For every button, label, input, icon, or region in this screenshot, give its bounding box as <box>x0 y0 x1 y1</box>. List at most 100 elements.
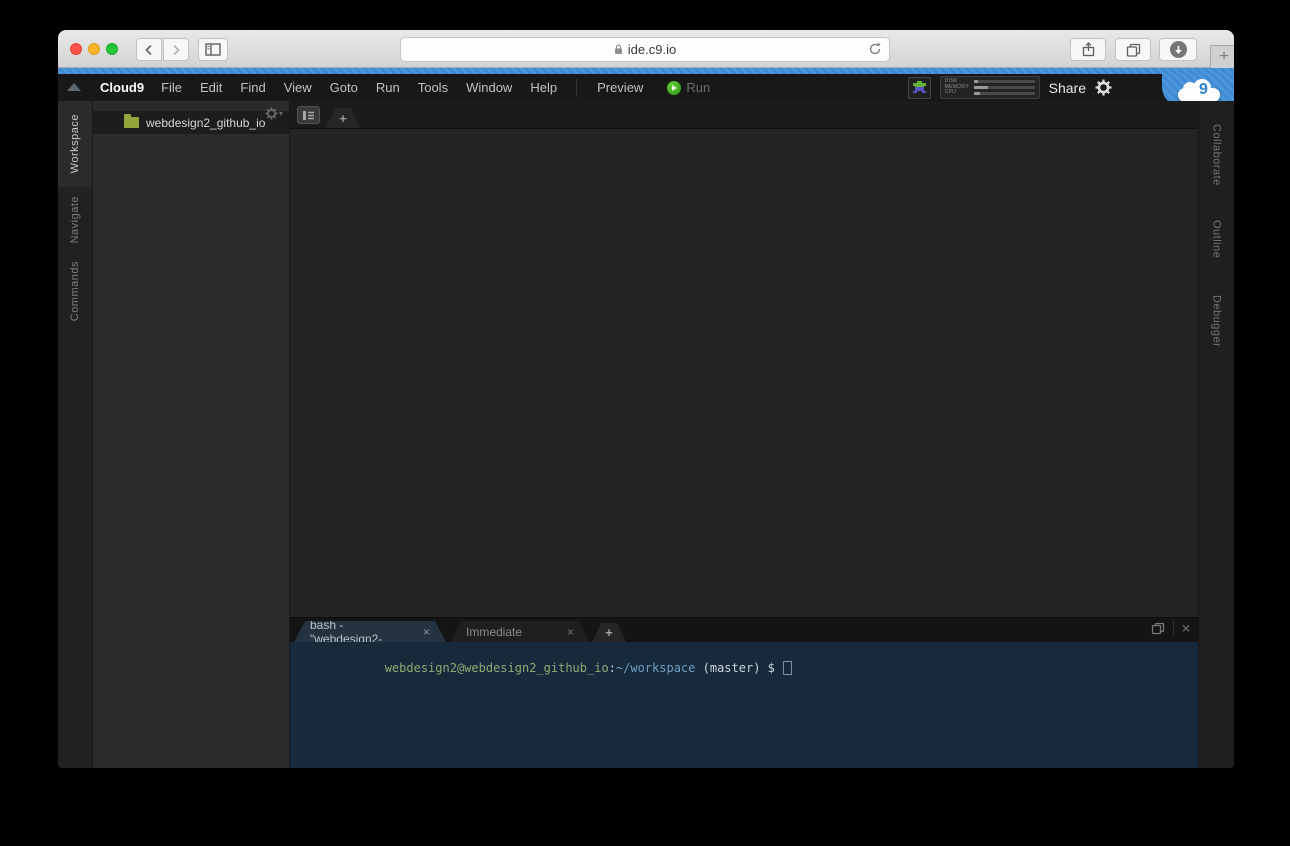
terminal-path: ~/workspace <box>616 661 695 675</box>
terminal-branch-prompt: (master) $ <box>695 661 782 675</box>
tab-overview-button[interactable] <box>1115 38 1151 61</box>
settings-button[interactable] <box>1095 79 1112 96</box>
console-tab-bash[interactable]: bash - "webdesign2- × <box>294 621 446 642</box>
sidebar-icon <box>205 43 221 56</box>
console-tab-immediate-label: Immediate <box>466 625 522 639</box>
editor-area[interactable] <box>290 129 1198 617</box>
menu-window[interactable]: Window <box>457 80 521 95</box>
console-panel: bash - "webdesign2- × Immediate × + <box>290 617 1198 768</box>
menu-edit[interactable]: Edit <box>191 80 231 95</box>
tree-settings-button[interactable]: ▾ <box>265 107 283 120</box>
console-tab-immediate[interactable]: Immediate × <box>450 621 590 642</box>
share-ide-button[interactable]: Share <box>1049 80 1086 96</box>
new-editor-tab-button[interactable]: + <box>326 108 360 128</box>
tab-list-icon <box>302 110 315 121</box>
console-controls-divider <box>1173 621 1174 635</box>
menu-run[interactable]: Run <box>367 80 409 95</box>
tab-debugger[interactable]: Debugger <box>1211 283 1223 359</box>
folder-icon <box>124 117 139 128</box>
run-play-icon <box>667 81 681 95</box>
preview-button[interactable]: Preview <box>587 80 653 95</box>
back-button[interactable] <box>136 38 162 61</box>
menubar-right-group: DISK MEMORY CPU Share <box>908 76 1112 99</box>
menu-file[interactable]: File <box>152 80 191 95</box>
sidebar-toggle-button[interactable] <box>198 38 228 61</box>
resource-stats-bars <box>974 80 1035 95</box>
cloud9-logo[interactable]: 9 <box>1178 79 1220 103</box>
resource-stats-widget[interactable]: DISK MEMORY CPU <box>940 76 1040 99</box>
terminal-cursor <box>783 661 792 675</box>
tab-outline[interactable]: Outline <box>1211 209 1223 269</box>
chevron-left-icon <box>144 44 154 56</box>
menu-tools[interactable]: Tools <box>409 80 457 95</box>
tree-root-folder-row[interactable]: webdesign2_github_io <box>93 111 289 134</box>
console-tab-bash-label: bash - "webdesign2- <box>310 618 415 646</box>
tab-commands-label: Commands <box>69 261 81 321</box>
terminal-colon: : <box>609 661 616 675</box>
close-icon: × <box>1182 620 1190 636</box>
close-icon[interactable]: × <box>567 625 574 639</box>
downloads-button[interactable] <box>1159 38 1197 61</box>
new-tab-button[interactable]: + <box>1210 45 1234 69</box>
reload-icon <box>868 42 882 56</box>
maximize-icon <box>1151 622 1165 635</box>
tab-list-button[interactable] <box>297 106 320 124</box>
new-console-tab-button[interactable]: + <box>592 623 626 642</box>
download-icon <box>1170 41 1187 58</box>
right-tab-strip: Collaborate Outline Debugger <box>1198 101 1234 768</box>
share-icon <box>1082 42 1095 57</box>
tab-collaborate[interactable]: Collaborate <box>1211 109 1223 201</box>
disk-bar <box>974 80 1035 83</box>
menu-view[interactable]: View <box>275 80 321 95</box>
plus-icon: + <box>1219 48 1228 66</box>
tab-collaborate-label: Collaborate <box>1211 124 1223 186</box>
editor-tab-bar: + <box>290 101 1198 129</box>
address-bar[interactable]: ide.c9.io <box>400 37 890 62</box>
tab-workspace-label: Workspace <box>69 114 81 173</box>
close-window-button[interactable] <box>70 43 82 55</box>
gear-icon <box>1095 79 1112 96</box>
tab-debugger-label: Debugger <box>1211 295 1223 347</box>
ide-menubar: Cloud9 File Edit Find View Goto Run Tool… <box>58 74 1234 101</box>
console-tab-bar: bash - "webdesign2- × Immediate × + <box>290 618 1198 642</box>
close-icon[interactable]: × <box>423 625 430 639</box>
plus-icon: + <box>605 625 613 640</box>
tab-navigate-label: Navigate <box>69 196 81 243</box>
menu-help[interactable]: Help <box>521 80 566 95</box>
collaboration-avatar-button[interactable] <box>908 77 931 99</box>
lock-icon <box>614 44 623 55</box>
console-bar-controls: × <box>1151 621 1190 635</box>
caret-down-icon: ▾ <box>279 109 283 118</box>
share-button[interactable] <box>1070 38 1106 61</box>
run-button[interactable]: Run <box>667 80 710 95</box>
editor-column: + bash - "webdesign2- × Immediate × <box>290 101 1198 768</box>
forward-button[interactable] <box>163 38 189 61</box>
memory-bar <box>974 86 1035 89</box>
plus-icon: + <box>339 111 347 126</box>
tab-workspace[interactable]: Workspace <box>58 101 92 187</box>
reload-button[interactable] <box>868 42 882 56</box>
tab-outline-label: Outline <box>1211 220 1223 258</box>
menu-cloud9[interactable]: Cloud9 <box>92 80 152 95</box>
maximize-console-button[interactable] <box>1151 622 1165 635</box>
collapse-menubar-icon[interactable] <box>67 83 81 91</box>
minimize-window-button[interactable] <box>88 43 100 55</box>
resource-stats-labels: DISK MEMORY CPU <box>945 79 969 96</box>
zoom-window-button[interactable] <box>106 43 118 55</box>
menu-find[interactable]: Find <box>231 80 274 95</box>
url-text: ide.c9.io <box>628 42 676 57</box>
file-tree-panel: webdesign2_github_io ▾ <box>93 101 290 768</box>
left-tab-strip: Workspace Navigate Commands <box>58 101 93 768</box>
tab-navigate[interactable]: Navigate <box>58 187 92 253</box>
browser-toolbar: ide.c9.io <box>58 30 1234 68</box>
cloud9-app: Cloud9 File Edit Find View Goto Run Tool… <box>58 68 1234 768</box>
gear-icon <box>265 107 278 120</box>
chevron-right-icon <box>171 44 181 56</box>
tab-commands[interactable]: Commands <box>58 253 92 329</box>
close-console-button[interactable]: × <box>1182 621 1190 635</box>
menu-goto[interactable]: Goto <box>321 80 367 95</box>
pixel-avatar-icon <box>912 81 927 94</box>
browser-window: ide.c9.io <box>58 30 1234 768</box>
ide-content: Workspace Navigate Commands webdesign2_g… <box>58 101 1234 768</box>
terminal[interactable]: webdesign2@webdesign2_github_io:~/worksp… <box>290 642 1198 768</box>
